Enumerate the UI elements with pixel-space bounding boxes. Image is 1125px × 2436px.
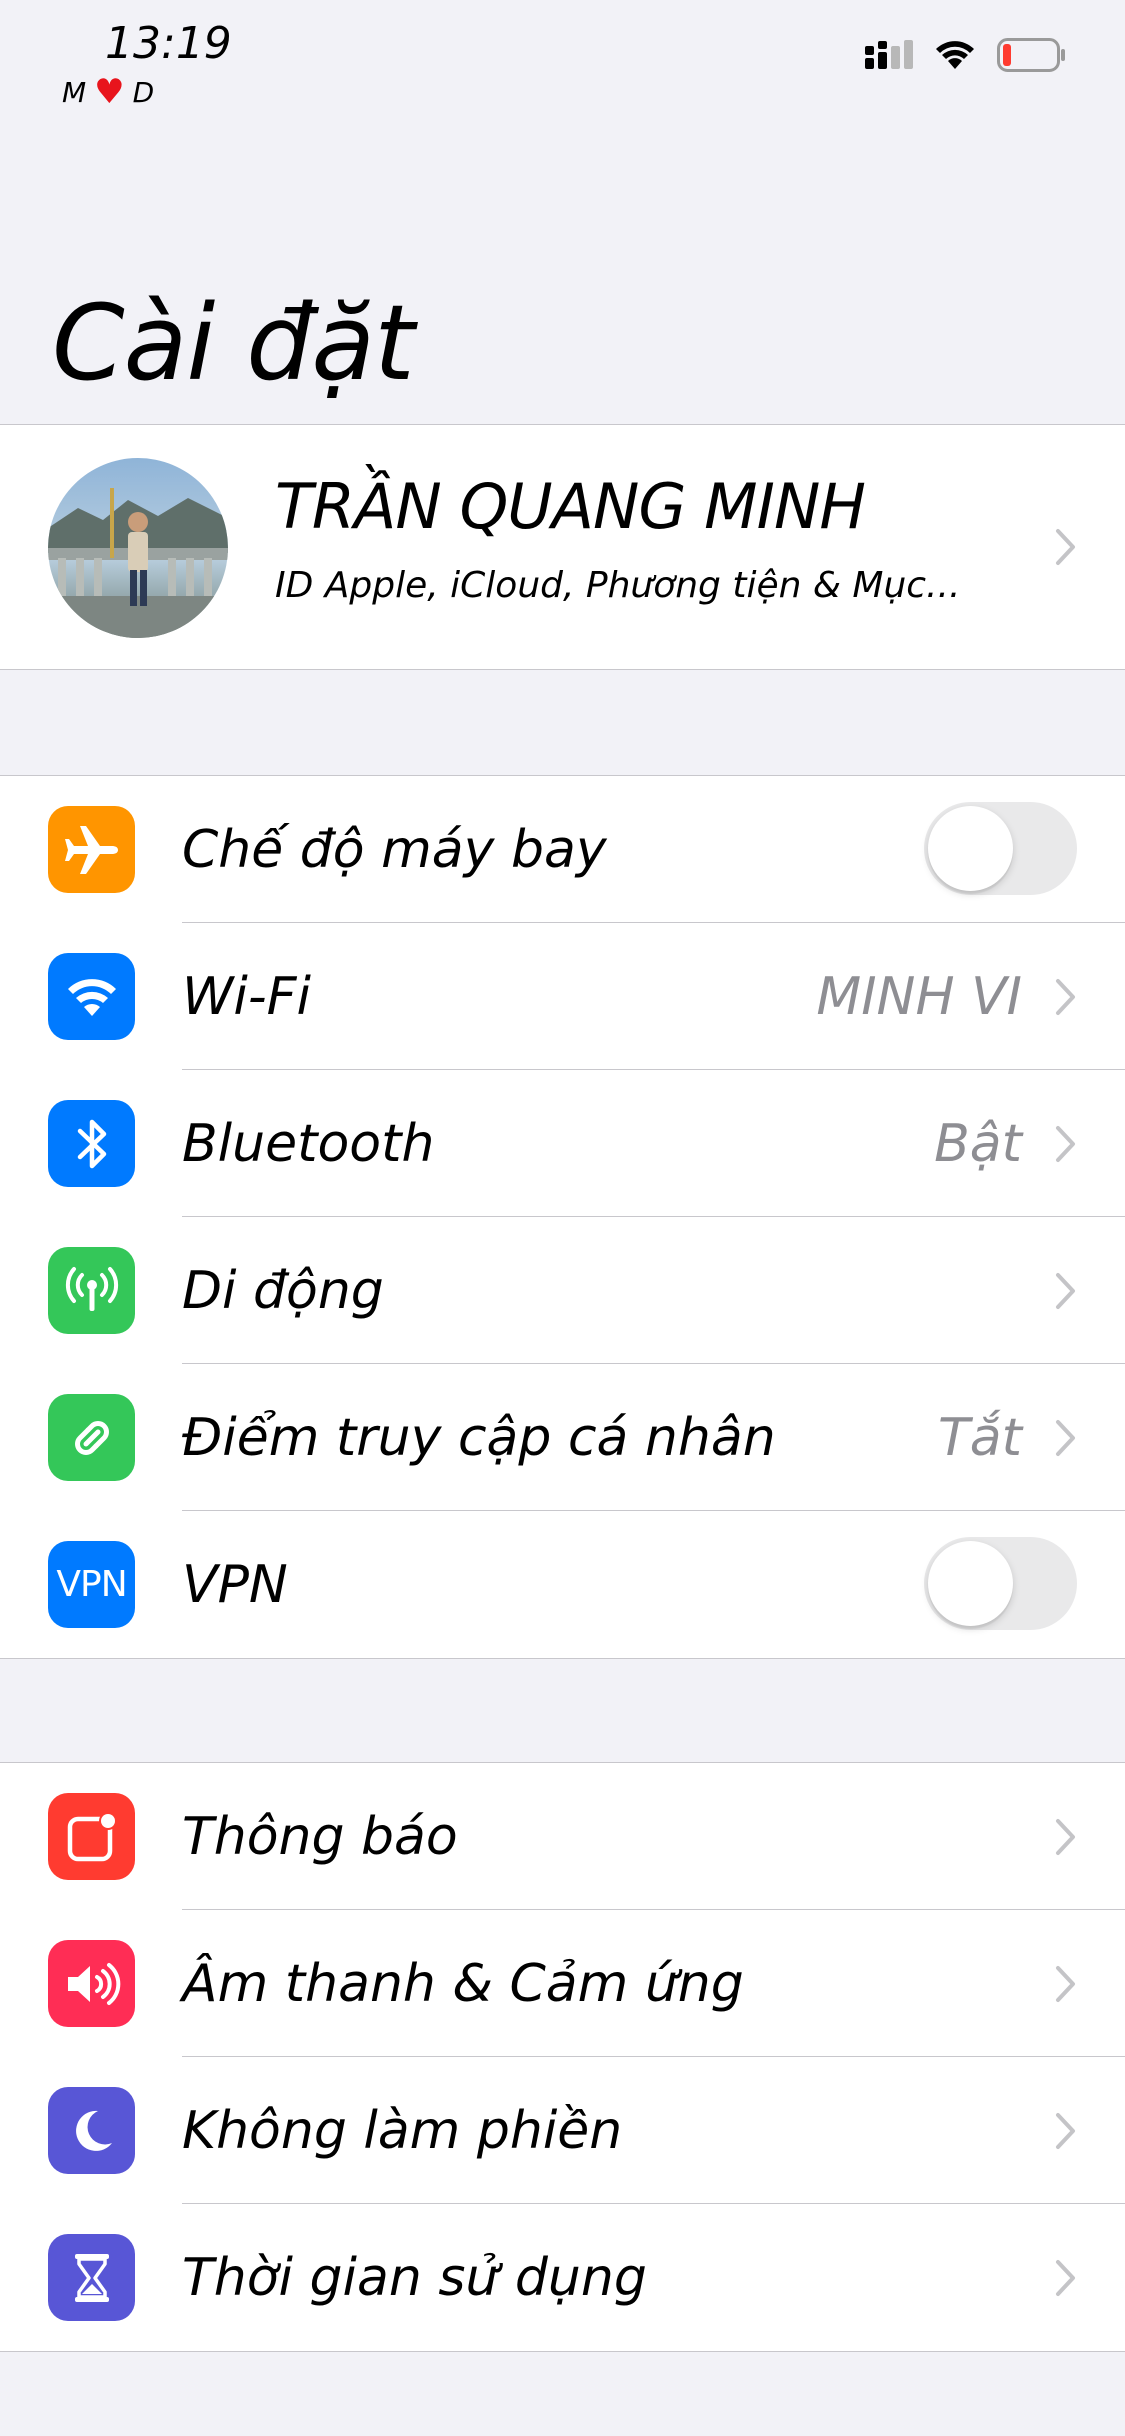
- profile-name: TRẦN QUANG MINH: [275, 470, 866, 543]
- hotspot-icon: [48, 1394, 135, 1481]
- chevron-right-icon: [1055, 1125, 1077, 1163]
- cellular-icon: [48, 1247, 135, 1334]
- vpn-toggle[interactable]: [924, 1537, 1077, 1630]
- moon-icon: [48, 2087, 135, 2174]
- sound-icon: [48, 1940, 135, 2027]
- hourglass-icon: [48, 2234, 135, 2321]
- chevron-right-icon: [1055, 528, 1077, 566]
- settings-row-cellular[interactable]: Di động: [0, 1217, 1125, 1364]
- status-icons: [865, 38, 1067, 72]
- settings-row-wifi[interactable]: Wi-Fi MINH VI: [0, 923, 1125, 1070]
- chevron-right-icon: [1055, 1419, 1077, 1457]
- settings-row-personal-hotspot[interactable]: Điểm truy cập cá nhân Tắt: [0, 1364, 1125, 1511]
- toggle-knob: [928, 806, 1013, 891]
- settings-row-screen-time[interactable]: Thời gian sử dụng: [0, 2204, 1125, 2351]
- personal-hotspot-label: Điểm truy cập cá nhân: [182, 1408, 776, 1468]
- notifications-icon: [48, 1793, 135, 1880]
- cellular-signal-icon: [865, 40, 913, 70]
- carrier-left: M: [62, 75, 87, 109]
- vpn-icon: VPN: [48, 1541, 135, 1628]
- chevron-right-icon: [1055, 2259, 1077, 2297]
- apple-id-profile-row[interactable]: TRẦN QUANG MINH ID Apple, iCloud, Phương…: [0, 424, 1125, 670]
- bluetooth-icon: [48, 1100, 135, 1187]
- settings-row-notifications[interactable]: Thông báo: [0, 1763, 1125, 1910]
- do-not-disturb-label: Không làm phiền: [182, 2101, 623, 2161]
- page-title: Cài đặt: [52, 282, 415, 404]
- wifi-label: Wi-Fi: [182, 967, 311, 1027]
- settings-row-vpn[interactable]: VPN VPN: [0, 1511, 1125, 1658]
- wifi-value: MINH VI: [816, 967, 1022, 1027]
- screen-time-label: Thời gian sử dụng: [182, 2248, 647, 2308]
- notifications-label: Thông báo: [182, 1807, 458, 1867]
- network-settings-group: Chế độ máy bay Wi-Fi MINH VI Bluetooth B…: [0, 775, 1125, 1659]
- battery-icon: [997, 38, 1067, 72]
- settings-row-airplane-mode[interactable]: Chế độ máy bay: [0, 776, 1125, 923]
- airplane-icon: [48, 806, 135, 893]
- bluetooth-label: Bluetooth: [182, 1114, 435, 1174]
- settings-row-bluetooth[interactable]: Bluetooth Bật: [0, 1070, 1125, 1217]
- vpn-label: VPN: [182, 1555, 288, 1615]
- chevron-right-icon: [1055, 978, 1077, 1016]
- carrier-right: D: [132, 75, 155, 109]
- personal-hotspot-value: Tắt: [937, 1408, 1022, 1468]
- notifications-settings-group: Thông báo Âm thanh & Cảm ứng Không làm p…: [0, 1762, 1125, 2352]
- airplane-mode-label: Chế độ máy bay: [182, 820, 607, 880]
- sounds-haptics-label: Âm thanh & Cảm ứng: [182, 1954, 744, 2014]
- chevron-right-icon: [1055, 1272, 1077, 1310]
- toggle-knob: [928, 1541, 1013, 1626]
- avatar: [48, 458, 228, 638]
- wifi-status-icon: [933, 39, 977, 71]
- status-time: 13:19: [105, 18, 232, 69]
- profile-subtitle: ID Apple, iCloud, Phương tiện & Mục...: [275, 565, 961, 606]
- wifi-icon: [48, 953, 135, 1040]
- chevron-right-icon: [1055, 1965, 1077, 2003]
- status-bar: 13:19 M ♥ D: [0, 0, 1125, 130]
- vpn-icon-text: VPN: [56, 1564, 127, 1605]
- bluetooth-value: Bật: [934, 1114, 1022, 1174]
- airplane-mode-toggle[interactable]: [924, 802, 1077, 895]
- cellular-label: Di động: [182, 1261, 384, 1321]
- carrier-label: M ♥ D: [62, 75, 154, 109]
- settings-row-do-not-disturb[interactable]: Không làm phiền: [0, 2057, 1125, 2204]
- chevron-right-icon: [1055, 1818, 1077, 1856]
- heart-icon: ♥: [94, 72, 125, 112]
- chevron-right-icon: [1055, 2112, 1077, 2150]
- settings-row-sounds-haptics[interactable]: Âm thanh & Cảm ứng: [0, 1910, 1125, 2057]
